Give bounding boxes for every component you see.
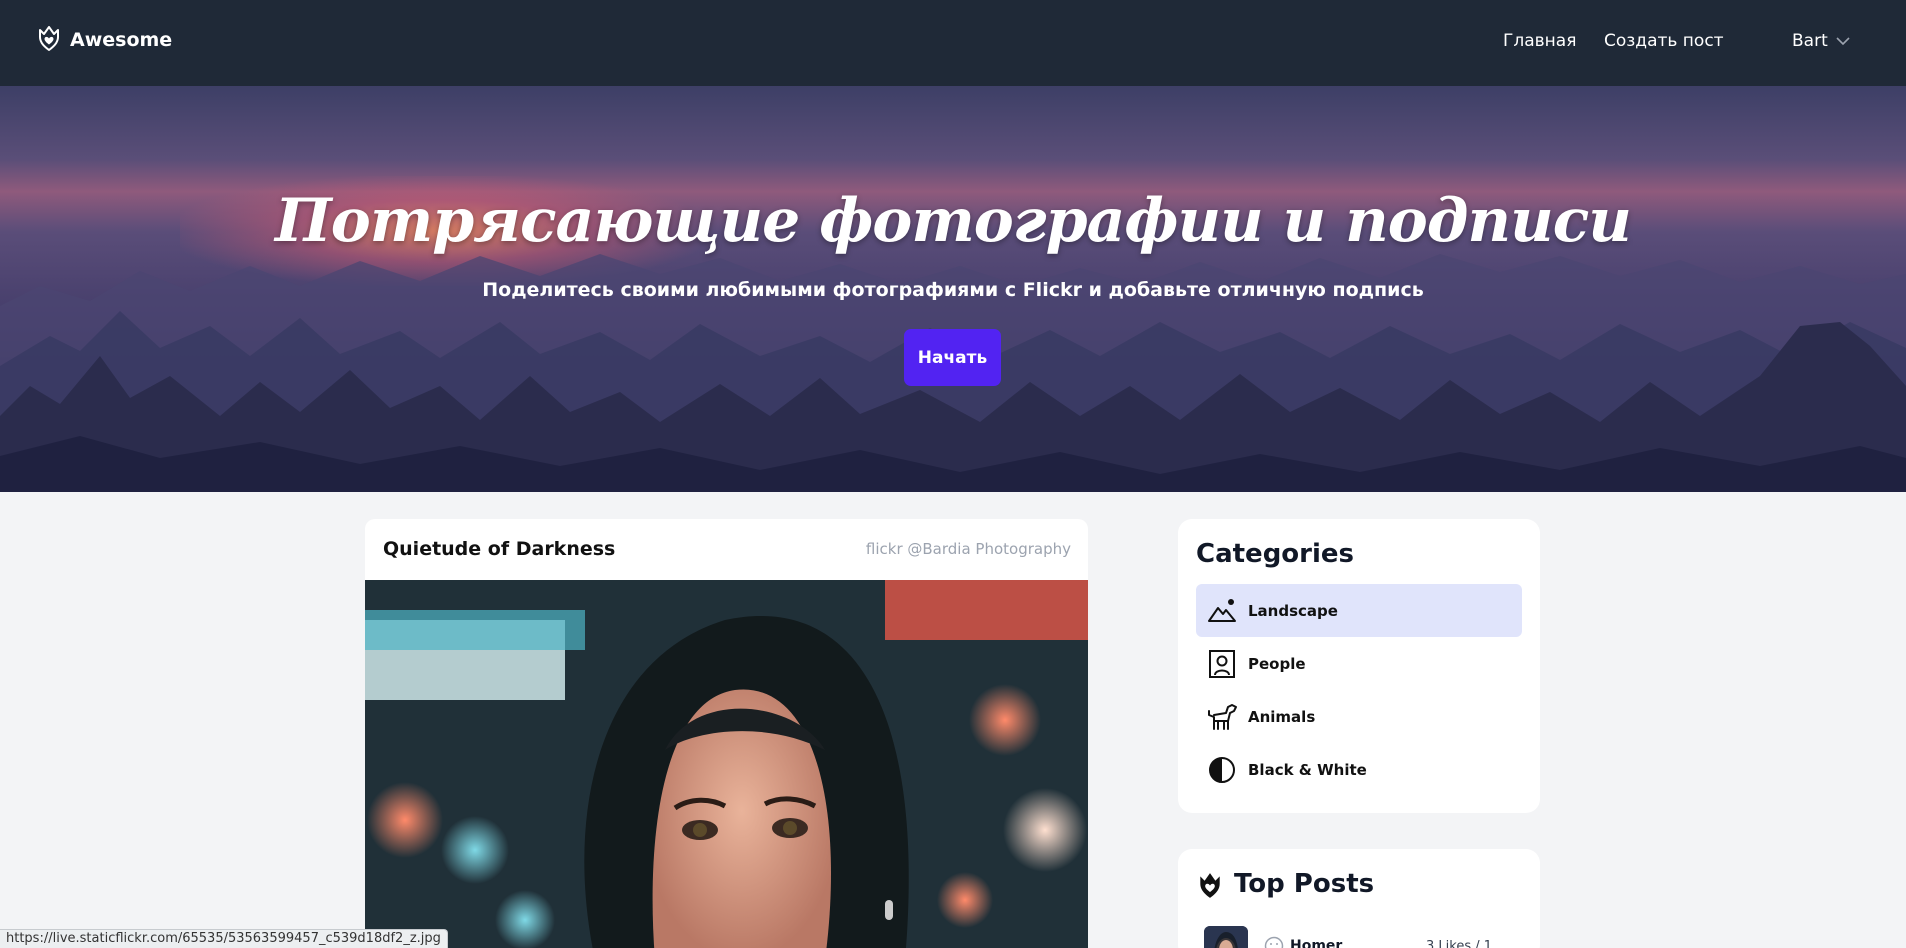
category-label: People [1248, 654, 1306, 673]
post-photo[interactable] [365, 580, 1088, 948]
category-item-black-white[interactable]: Black & White [1196, 743, 1522, 796]
top-post-author[interactable]: Homer [1290, 938, 1342, 948]
user-menu[interactable]: Bart [1792, 31, 1850, 51]
post-title[interactable]: Quietude of Darkness [383, 538, 615, 560]
category-item-animals[interactable]: Animals [1196, 690, 1522, 743]
top-navbar: Awesome Главная Создать пост Bart [0, 0, 1906, 86]
mountain-icon [1206, 595, 1238, 627]
user-name: Bart [1792, 31, 1828, 51]
top-posts-heading: Top Posts [1234, 869, 1375, 899]
post-credit[interactable]: flickr @Bardia Photography [866, 540, 1071, 558]
category-label: Animals [1248, 707, 1316, 726]
category-item-landscape[interactable]: Landscape [1196, 584, 1522, 637]
hero-banner: Потрясающие фотографии и подписи Поделит… [0, 86, 1906, 492]
hero-subtitle: Поделитесь своими любимыми фотографиями … [482, 279, 1424, 301]
categories-heading: Categories [1196, 539, 1355, 569]
nav-create-post-link[interactable]: Создать пост [1604, 31, 1724, 51]
brand-link[interactable]: Awesome [36, 24, 172, 56]
heart-crown-icon [36, 24, 62, 56]
category-label: Black & White [1248, 760, 1367, 779]
dog-icon [1206, 701, 1238, 733]
top-post-thumbnail[interactable] [1204, 926, 1248, 948]
brand-name: Awesome [70, 29, 173, 51]
contrast-icon [1206, 754, 1238, 786]
heart-icon [1196, 869, 1224, 905]
portrait-icon [1206, 648, 1238, 680]
get-started-button[interactable]: Начать [904, 329, 1001, 386]
category-label: Landscape [1248, 601, 1338, 620]
post-card: Quietude of Darkness flickr @Bardia Phot… [365, 519, 1088, 948]
top-posts-card: Top Posts Homer 3 Likes / 1 [1178, 849, 1540, 948]
category-item-people[interactable]: People [1196, 637, 1522, 690]
smiley-icon [1264, 936, 1284, 948]
browser-status-url: https://live.staticflickr.com/65535/5356… [0, 929, 448, 948]
categories-card: Categories Landscape People Animals Blac… [1178, 519, 1540, 813]
top-post-item[interactable]: Homer 3 Likes / 1 [1204, 926, 1534, 948]
top-post-likes: 3 Likes / 1 [1426, 939, 1493, 948]
hero-title: Потрясающие фотографии и подписи [275, 186, 1632, 256]
chevron-down-icon [1836, 31, 1850, 51]
nav-home-link[interactable]: Главная [1503, 31, 1576, 51]
